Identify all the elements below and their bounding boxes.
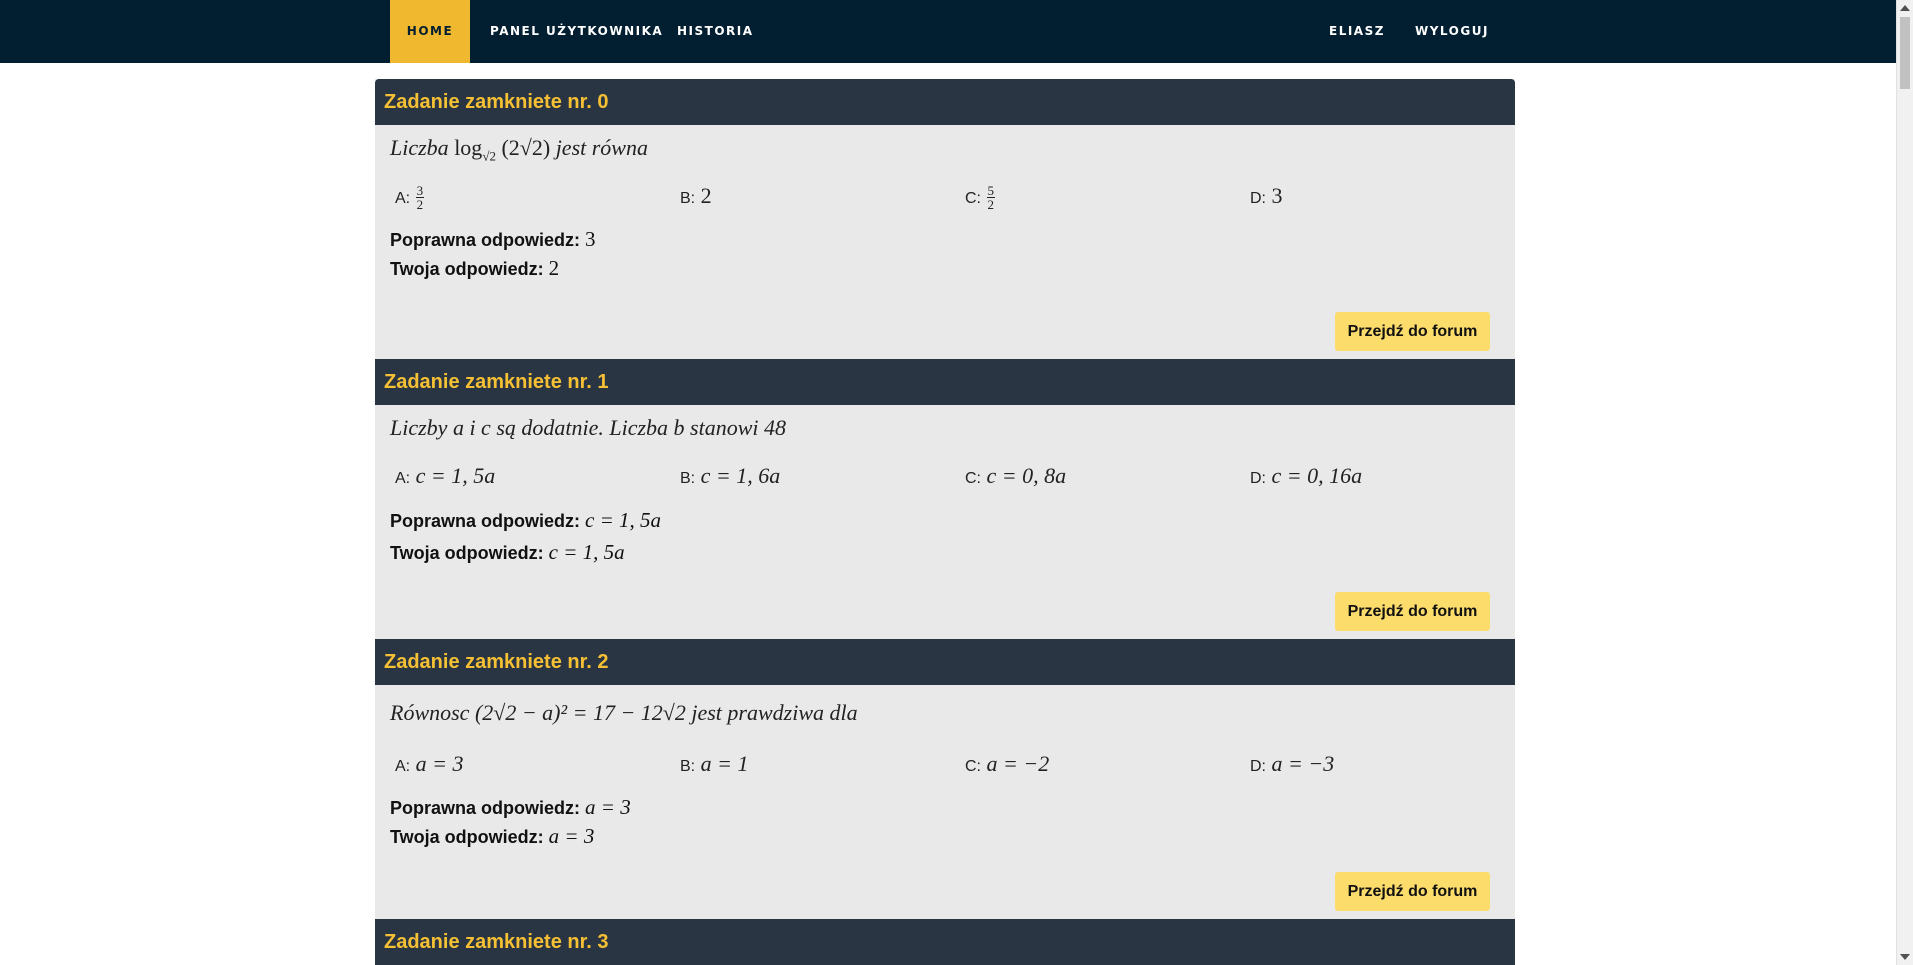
forum-button[interactable]: Przejdź do forum	[1335, 592, 1490, 631]
task-title: Zadanie zamkniete nr. 0	[375, 79, 1515, 125]
scroll-down-icon[interactable]	[1900, 954, 1910, 960]
correct-answer: Poprawna odpowiedz: c = 1, 5a	[390, 508, 662, 532]
correct-answer: Poprawna odpowiedz: a = 3	[390, 795, 631, 819]
task-card: Zadanie zamkniete nr. 1 Liczby a i c są …	[375, 359, 1515, 639]
task-question: Liczba log√2 (2√2) jest równa	[390, 135, 648, 164]
task-question: Liczby a i c są dodatnie. Liczba b stano…	[390, 415, 786, 440]
nav-username[interactable]: ELIASZ	[1309, 0, 1405, 63]
nav-logout[interactable]: WYLOGUJ	[1395, 0, 1509, 63]
task-title: Zadanie zamkniete nr. 3	[375, 919, 1515, 965]
answer-option-a[interactable]: A: c = 1, 5a	[395, 463, 495, 489]
task-card: Zadanie zamkniete nr. 3	[375, 919, 1515, 965]
answer-option-d[interactable]: D: a = −3	[1250, 751, 1334, 777]
scroll-up-icon[interactable]	[1900, 5, 1910, 11]
fraction-five-halves: 52	[986, 183, 995, 213]
nav-home[interactable]: HOME	[390, 0, 470, 63]
answer-option-b[interactable]: B: a = 1	[680, 751, 748, 777]
answer-option-a[interactable]: A: 32	[395, 183, 425, 213]
fraction-three-halves: 32	[415, 183, 425, 213]
page-scrollbar[interactable]	[1896, 0, 1913, 965]
forum-button[interactable]: Przejdź do forum	[1335, 312, 1490, 351]
task-title: Zadanie zamkniete nr. 2	[375, 639, 1515, 685]
answer-option-d[interactable]: D: c = 0, 16a	[1250, 463, 1362, 489]
answer-options: A: c = 1, 5a B: c = 1, 6a C: c = 0, 8a D…	[390, 455, 1500, 505]
task-question: Równosc (2√2 − a)² = 17 − 12√2 jest praw…	[390, 700, 858, 725]
correct-answer: Poprawna odpowiedz: 3	[390, 227, 596, 251]
user-answer: Twoja odpowiedz: 2	[390, 256, 560, 280]
task-card: Zadanie zamkniete nr. 2 Równosc (2√2 − a…	[375, 639, 1515, 919]
user-answer: Twoja odpowiedz: a = 3	[390, 824, 595, 848]
nav-user-panel[interactable]: PANEL UŻYTKOWNIKA	[470, 0, 683, 63]
task-title: Zadanie zamkniete nr. 1	[375, 359, 1515, 405]
answer-option-b[interactable]: B: 2	[680, 183, 712, 209]
top-navbar: HOME PANEL UŻYTKOWNIKA HISTORIA ELIASZ W…	[0, 0, 1896, 63]
answer-option-c[interactable]: C: 52	[965, 183, 995, 211]
answer-option-d[interactable]: D: 3	[1250, 183, 1283, 209]
nav-history[interactable]: HISTORIA	[657, 0, 774, 63]
answer-option-c[interactable]: C: a = −2	[965, 751, 1049, 777]
answer-option-a[interactable]: A: a = 3	[395, 751, 463, 777]
answer-option-c[interactable]: C: c = 0, 8a	[965, 463, 1066, 489]
task-list: Zadanie zamkniete nr. 0 Liczba log√2 (2√…	[375, 79, 1515, 965]
forum-button[interactable]: Przejdź do forum	[1335, 872, 1490, 911]
answer-option-b[interactable]: B: c = 1, 6a	[680, 463, 780, 489]
scrollbar-thumb[interactable]	[1900, 17, 1910, 89]
answer-options: A: 32 B: 2 C: 52 D: 3	[390, 175, 1500, 225]
user-answer: Twoja odpowiedz: c = 1, 5a	[390, 540, 625, 564]
answer-options: A: a = 3 B: a = 1 C: a = −2 D: a = −3	[390, 743, 1500, 793]
task-card: Zadanie zamkniete nr. 0 Liczba log√2 (2√…	[375, 79, 1515, 359]
